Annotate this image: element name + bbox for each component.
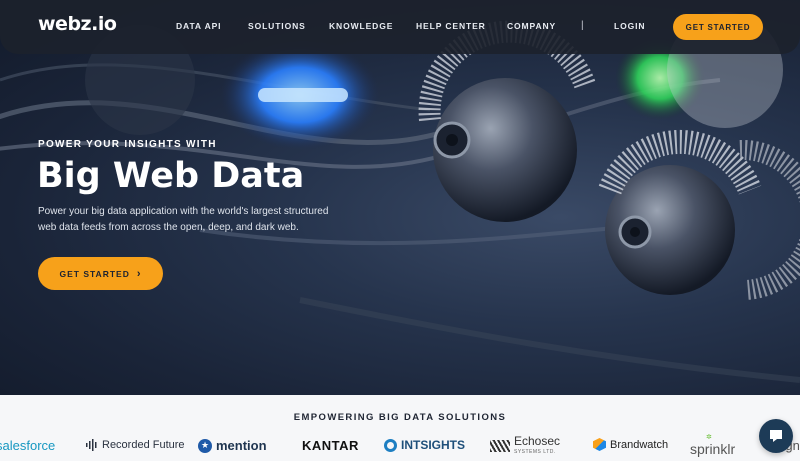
client-logo-mention: ★ mention xyxy=(198,438,267,453)
client-logo-kantar: KANTAR xyxy=(302,438,359,453)
client-logo-sprinklr: ✲ sprinklr xyxy=(690,434,736,457)
login-link[interactable]: LOGIN xyxy=(614,21,645,31)
client-logo-text: INTSIGHTS xyxy=(401,438,466,452)
nav-item-knowledge[interactable]: KNOWLEDGE xyxy=(329,21,393,31)
client-logo-text: mention xyxy=(216,438,267,453)
recorded-future-icon xyxy=(86,439,97,451)
nav-item-data-api[interactable]: DATA API xyxy=(176,21,221,31)
intsights-icon xyxy=(384,438,397,452)
nav-item-solutions[interactable]: SOLUTIONS xyxy=(248,21,306,31)
hero-get-started-button[interactable]: GET STARTED › xyxy=(38,257,163,290)
client-logo-text: sprinklr xyxy=(690,441,736,457)
hero-background-illustration xyxy=(0,12,800,383)
hero-cta-label: GET STARTED xyxy=(59,268,130,279)
client-logo-text: Brandwatch xyxy=(610,438,669,451)
chat-widget-button[interactable] xyxy=(759,419,793,453)
nav-item-company[interactable]: COMPANY xyxy=(507,21,556,31)
echosec-subtitle: SYSTEMS LTD. xyxy=(514,449,556,455)
hero-description: Power your big data application with the… xyxy=(38,206,329,233)
client-logo-text: Echosec xyxy=(514,434,561,448)
client-logo-text: salesforce xyxy=(0,438,56,453)
client-logo-recorded-future: Recorded Future xyxy=(86,439,185,451)
chat-bubble-icon xyxy=(770,430,782,442)
echosec-icon xyxy=(490,440,510,452)
top-navigation: webz.io DATA API SOLUTIONS KNOWLEDGE HEL… xyxy=(0,0,800,54)
hero-section: webz.io DATA API SOLUTIONS KNOWLEDGE HEL… xyxy=(0,0,800,395)
client-logo-echosec: Echosec SYSTEMS LTD. xyxy=(490,434,561,458)
brandwatch-hex-icon xyxy=(593,438,606,451)
client-logo-salesforce: salesforce xyxy=(0,438,55,453)
nav-separator: | xyxy=(581,20,584,31)
client-logo-text: KANTAR xyxy=(302,438,359,453)
hero-headline: Big Web Data xyxy=(37,156,305,196)
nav-get-started-button[interactable]: GET STARTED xyxy=(673,14,763,40)
webz-logo[interactable]: webz.io xyxy=(38,13,117,35)
hero-eyebrow: POWER YOUR INSIGHTS WITH xyxy=(38,139,217,150)
chevron-right-icon: › xyxy=(136,267,142,280)
client-logo-brandwatch: Brandwatch xyxy=(593,438,668,451)
clients-title: EMPOWERING BIG DATA SOLUTIONS xyxy=(293,412,507,423)
nav-item-help-center[interactable]: HELP CENTER xyxy=(416,21,486,31)
clients-band: EMPOWERING BIG DATA SOLUTIONS salesforce… xyxy=(0,395,800,461)
client-logo-intsights: INTSIGHTS xyxy=(384,438,465,452)
mention-star-icon: ★ xyxy=(198,438,212,453)
client-logo-text: Recorded Future xyxy=(102,439,185,451)
